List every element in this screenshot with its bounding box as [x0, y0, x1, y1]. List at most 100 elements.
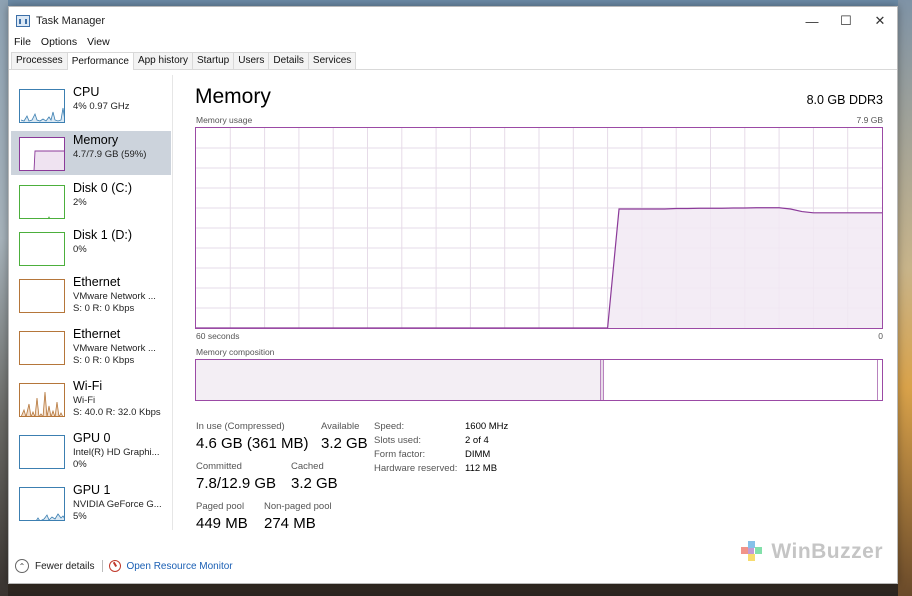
paged-pool-value: 449 MB [196, 515, 248, 532]
sidebar-item-ethernet-1[interactable]: Ethernet VMware Network ... S: 0 R: 0 Kb… [11, 273, 171, 317]
sidebar-item-usage: 0% [73, 459, 87, 470]
resource-monitor-icon[interactable] [109, 560, 122, 572]
gpu0-thumbnail-graph [19, 435, 65, 469]
task-manager-icon [16, 15, 30, 27]
form-factor-label: Form factor: [374, 449, 426, 460]
memory-composition-bar [195, 359, 883, 401]
title-bar[interactable]: Task Manager — ☐ ✕ [9, 7, 897, 35]
speed-value: 1600 MHz [465, 421, 509, 432]
committed-label: Committed [196, 461, 242, 472]
sidebar-item-label: Disk 0 (C:) [73, 181, 133, 195]
task-manager-window: Task Manager — ☐ ✕ File Options View Pro… [8, 6, 898, 584]
tab-app-history[interactable]: App history [132, 52, 193, 69]
sidebar-item-detail: 4.7/7.9 GB (59%) [73, 149, 147, 160]
committed-value: 7.8/12.9 GB [196, 475, 277, 492]
gpu1-thumbnail-graph [19, 487, 65, 521]
sidebar-item-detail: NVIDIA GeForce G... [73, 499, 162, 510]
disk0-thumbnail-graph [19, 185, 65, 219]
form-factor-value: DIMM [465, 449, 491, 460]
sidebar-item-label: Disk 1 (D:) [73, 228, 133, 242]
hardware-reserved-label: Hardware reserved: [374, 463, 458, 474]
menu-options[interactable]: Options [41, 36, 77, 48]
window-title: Task Manager [36, 15, 106, 27]
disk1-thumbnail-graph [19, 232, 65, 266]
menu-bar: File Options View [9, 35, 897, 49]
sidebar-item-detail: 2% [73, 197, 87, 208]
memory-panel: Memory 8.0 GB DDR3 Memory usage 7.9 GB 6… [195, 75, 895, 535]
memory-usage-graph [195, 127, 883, 329]
close-button[interactable]: ✕ [863, 7, 897, 35]
memory-thumbnail-graph [19, 137, 65, 171]
sidebar-item-usage: 5% [73, 511, 87, 522]
memory-usage-max: 7.9 GB [856, 115, 883, 125]
winbuzzer-logo [741, 541, 763, 561]
menu-view[interactable]: View [87, 36, 110, 48]
in-use-value: 4.6 GB (361 MB) [196, 435, 309, 452]
available-label: Available [321, 421, 360, 432]
tab-performance[interactable]: Performance [66, 52, 134, 70]
tab-services[interactable]: Services [307, 52, 357, 69]
available-value: 3.2 GB [321, 435, 368, 452]
sidebar-item-label: GPU 1 [73, 483, 111, 497]
sidebar-item-label: Wi-Fi [73, 379, 103, 393]
non-paged-pool-value: 274 MB [264, 515, 316, 532]
cpu-thumbnail-graph [19, 89, 65, 123]
sidebar-item-cpu[interactable]: CPU 4% 0.97 GHz [11, 83, 171, 127]
watermark-text: WinBuzzer [771, 540, 883, 563]
sidebar-item-detail: VMware Network ... [73, 343, 156, 354]
tab-processes[interactable]: Processes [11, 52, 68, 69]
page-title: Memory [195, 85, 271, 108]
memory-usage-label: Memory usage [196, 115, 253, 125]
sidebar-item-detail: 0% [73, 244, 87, 255]
chevron-up-icon[interactable]: ⌃ [15, 559, 29, 573]
graph-axis-right-label: 0 [878, 331, 883, 341]
sidebar-item-label: GPU 0 [73, 431, 111, 445]
sidebar-item-wifi[interactable]: Wi-Fi Wi-Fi S: 40.0 R: 32.0 Kbps [11, 377, 171, 421]
minimize-button[interactable]: — [795, 7, 829, 35]
sidebar-item-detail: 4% 0.97 GHz [73, 101, 130, 112]
paged-pool-label: Paged pool [196, 501, 245, 512]
sidebar-item-label: Ethernet [73, 275, 121, 289]
wifi-thumbnail-graph [19, 383, 65, 417]
maximize-button[interactable]: ☐ [829, 7, 863, 35]
tab-users[interactable]: Users [233, 52, 270, 69]
in-use-label: In use (Compressed) [196, 421, 285, 432]
memory-composition-label: Memory composition [196, 347, 275, 357]
sidebar-item-throughput: S: 0 R: 0 Kbps [73, 355, 135, 366]
graph-axis-left-label: 60 seconds [196, 331, 240, 341]
desktop-background-left [0, 0, 8, 596]
sidebar-item-label: Ethernet [73, 327, 121, 341]
composition-free[interactable] [877, 360, 882, 400]
tab-bar: Processes Performance App history Startu… [9, 52, 897, 70]
non-paged-pool-label: Non-paged pool [264, 501, 332, 512]
sidebar-item-throughput: S: 0 R: 0 Kbps [73, 303, 135, 314]
sidebar-item-label: Memory [73, 133, 119, 147]
sidebar-item-detail: VMware Network ... [73, 291, 156, 302]
fewer-details-link[interactable]: Fewer details [35, 561, 94, 572]
footer-divider [102, 560, 104, 572]
menu-file[interactable]: File [14, 36, 31, 48]
speed-label: Speed: [374, 421, 405, 432]
footer: ⌃ Fewer details Open Resource Monitor [9, 555, 309, 577]
open-resource-monitor-link[interactable]: Open Resource Monitor [126, 561, 232, 572]
composition-modified[interactable] [600, 360, 605, 400]
tab-startup[interactable]: Startup [191, 52, 235, 69]
sidebar-item-gpu-1[interactable]: GPU 1 NVIDIA GeForce G... 5% [11, 481, 171, 525]
sidebar-item-memory[interactable]: Memory 4.7/7.9 GB (59%) [11, 131, 171, 175]
sidebar-item-detail: Intel(R) HD Graphi... [73, 447, 160, 458]
sidebar-item-disk-1[interactable]: Disk 1 (D:) 0% [11, 226, 171, 270]
memory-spec: 8.0 GB DDR3 [806, 93, 883, 107]
desktop-background-right [898, 0, 912, 596]
watermark: WinBuzzer [739, 539, 883, 565]
performance-sidebar: CPU 4% 0.97 GHz Memory 4.7/7.9 GB (59%) … [9, 75, 173, 530]
sidebar-item-ethernet-2[interactable]: Ethernet VMware Network ... S: 0 R: 0 Kb… [11, 325, 171, 369]
composition-in-use[interactable] [196, 360, 601, 400]
sidebar-item-detail: Wi-Fi [73, 395, 96, 406]
cached-label: Cached [291, 461, 324, 472]
sidebar-item-gpu-0[interactable]: GPU 0 Intel(R) HD Graphi... 0% [11, 429, 171, 473]
hardware-reserved-value: 112 MB [465, 463, 498, 474]
sidebar-item-disk-0[interactable]: Disk 0 (C:) 2% [11, 179, 171, 223]
slots-label: Slots used: [374, 435, 421, 446]
tab-details[interactable]: Details [268, 52, 309, 69]
sidebar-item-throughput: S: 40.0 R: 32.0 Kbps [73, 407, 161, 418]
